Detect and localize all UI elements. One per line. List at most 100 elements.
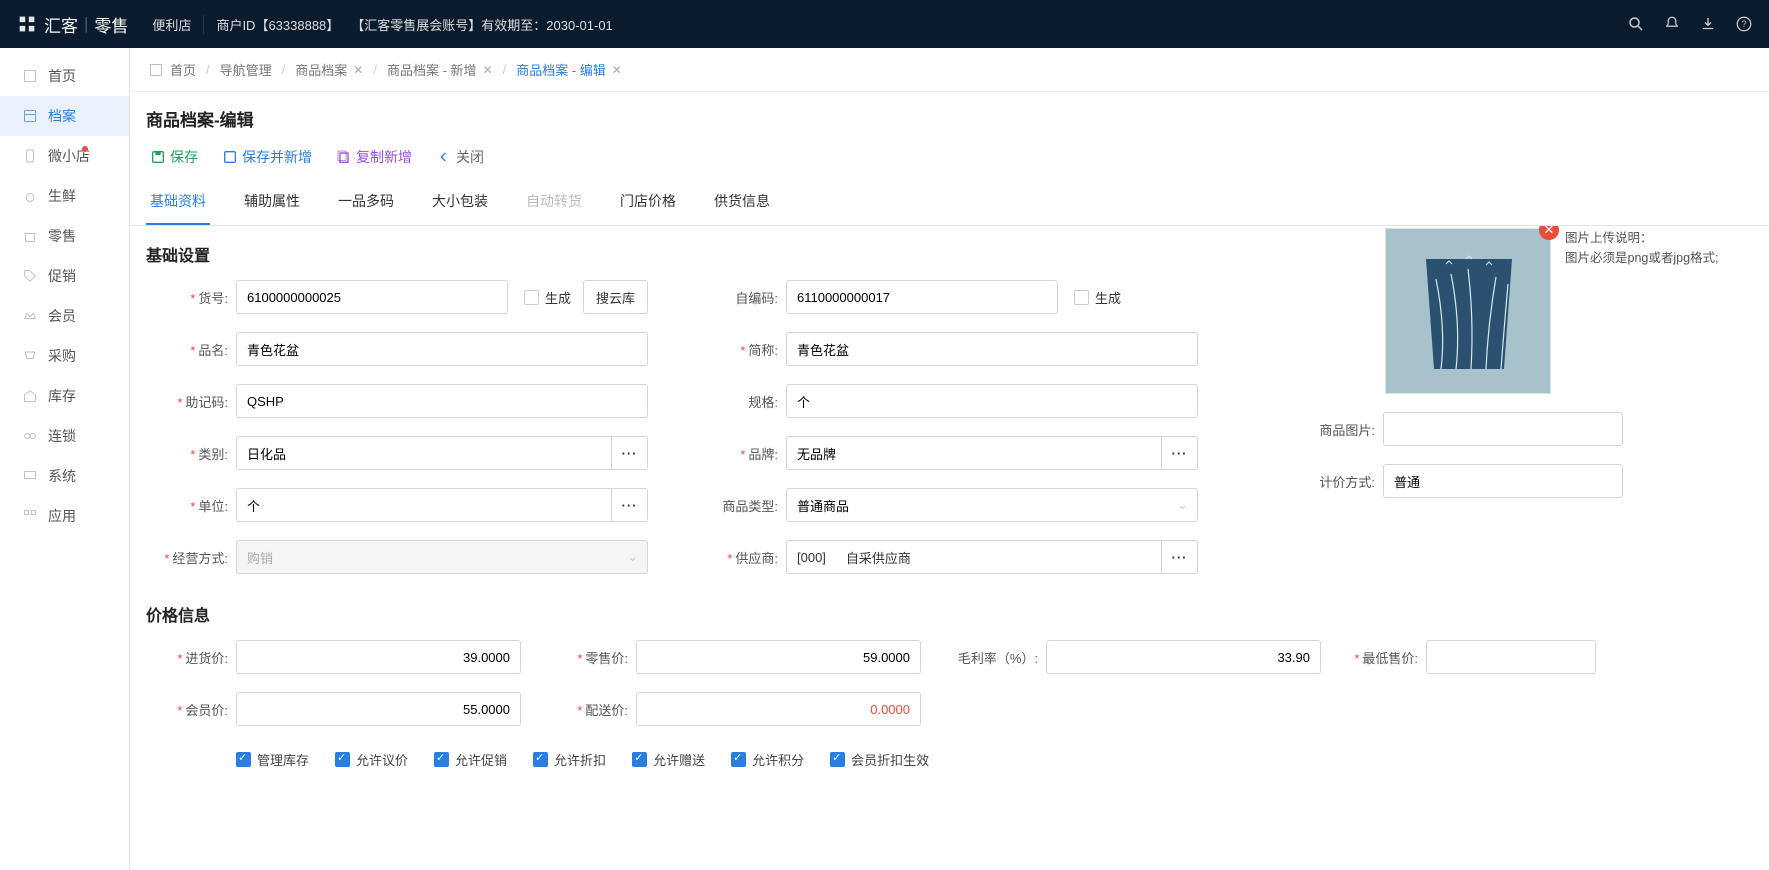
brand-sub: 零售	[94, 12, 128, 37]
check-manage-stock[interactable]: 管理库存	[236, 750, 309, 769]
sidebar-item-member[interactable]: 会员	[0, 296, 129, 336]
sidebar-label: 档案	[48, 106, 76, 126]
label-purchase: 进货价:	[146, 648, 236, 667]
sidebar-item-fresh[interactable]: 生鲜	[0, 176, 129, 216]
sidebar-item-system[interactable]: 系统	[0, 456, 129, 496]
mobile-icon	[22, 148, 38, 164]
label-item-no: 货号:	[146, 288, 236, 307]
home-crumb-icon	[148, 62, 164, 78]
brand-main: 汇客	[44, 12, 78, 37]
generate-selfcode-checkbox[interactable]	[1074, 290, 1089, 305]
sidebar-item-wxstore[interactable]: 微小店	[0, 136, 129, 176]
mnemonic-input[interactable]	[236, 384, 648, 418]
unit-lookup-button[interactable]: ···	[612, 488, 648, 522]
remove-image-button[interactable]: ✕	[1539, 226, 1559, 240]
name-input[interactable]	[236, 332, 648, 366]
check-allow-bargain[interactable]: 允许议价	[335, 750, 408, 769]
brand-lookup-button[interactable]: ···	[1162, 436, 1198, 470]
checkbox-icon	[533, 752, 548, 767]
brand-input[interactable]	[786, 436, 1162, 470]
help-icon[interactable]: ?	[1735, 15, 1753, 33]
check-allow-promo[interactable]: 允许促销	[434, 750, 507, 769]
label-mnemonic: 助记码:	[146, 392, 236, 411]
tab-store-price[interactable]: 门店价格	[616, 179, 680, 225]
search-icon[interactable]	[1627, 15, 1645, 33]
crumb-nav-manage[interactable]: 导航管理	[220, 60, 272, 79]
cart-icon	[22, 348, 38, 364]
close-icon[interactable]: ✕	[612, 63, 622, 77]
member-price-input[interactable]	[236, 692, 521, 726]
crumb-item-archive-edit[interactable]: 商品档案 - 编辑✕	[516, 60, 622, 79]
sidebar-item-purchase[interactable]: 采购	[0, 336, 129, 376]
tag-icon	[22, 268, 38, 284]
supplier-code: [000]	[797, 550, 826, 565]
label-member: 会员价:	[146, 700, 236, 719]
label-short: 简称:	[696, 340, 786, 359]
crumb-item-archive[interactable]: 商品档案✕	[295, 60, 363, 79]
page-title: 商品档案-编辑	[130, 92, 1769, 141]
image-path-input[interactable]	[1383, 412, 1623, 446]
copy-add-button[interactable]: 复制新增	[336, 147, 412, 167]
price-mode-select[interactable]	[1383, 464, 1623, 498]
tab-aux-props[interactable]: 辅助属性	[240, 179, 304, 225]
sidebar-item-app[interactable]: 应用	[0, 496, 129, 536]
spec-input[interactable]	[786, 384, 1198, 418]
save-icon	[150, 149, 166, 165]
crumb-item-archive-add[interactable]: 商品档案 - 新增✕	[387, 60, 493, 79]
apple-icon	[22, 188, 38, 204]
gross-rate-input[interactable]	[1046, 640, 1321, 674]
supplier-input[interactable]: [000] 自采供应商	[786, 540, 1162, 574]
check-member-discount[interactable]: 会员折扣生效	[830, 750, 929, 769]
sidebar-item-chain[interactable]: 连锁	[0, 416, 129, 456]
label-price-mode: 计价方式:	[1313, 472, 1383, 491]
tab-basic-info[interactable]: 基础资料	[146, 179, 210, 225]
retail-price-input[interactable]	[636, 640, 921, 674]
save-and-add-button[interactable]: 保存并新增	[222, 147, 312, 167]
label-unit: 单位:	[146, 496, 236, 515]
short-input[interactable]	[786, 332, 1198, 366]
supplier-lookup-button[interactable]: ···	[1162, 540, 1198, 574]
close-icon[interactable]: ✕	[353, 63, 363, 77]
sidebar-item-home[interactable]: 首页	[0, 56, 129, 96]
save-button[interactable]: 保存	[150, 147, 198, 167]
lowest-price-input[interactable]	[1426, 640, 1596, 674]
brand-icon	[16, 13, 38, 35]
generate-itemno-checkbox[interactable]	[524, 290, 539, 305]
breadcrumb: 首页 / 导航管理 / 商品档案✕ / 商品档案 - 新增✕ / 商品档案 - …	[130, 48, 1769, 92]
delivery-price-input[interactable]	[636, 692, 921, 726]
cloud-search-button[interactable]: 搜云库	[583, 280, 648, 314]
image-upload-area: ✕ 图片上传说明： 图片必须是png或者jpg格式;	[1385, 228, 1719, 394]
right-column: 商品图片: 计价方式:	[1313, 412, 1633, 516]
product-image-preview[interactable]	[1385, 228, 1551, 394]
sidebar-label: 会员	[48, 306, 76, 326]
sidebar-item-retail[interactable]: 零售	[0, 216, 129, 256]
brand-logo[interactable]: 汇客 | 零售	[16, 12, 128, 37]
tab-multi-barcode[interactable]: 一品多码	[334, 179, 398, 225]
sidebar-item-archive[interactable]: 档案	[0, 96, 129, 136]
tab-packaging[interactable]: 大小包装	[428, 179, 492, 225]
category-input[interactable]	[236, 436, 612, 470]
purchase-price-input[interactable]	[236, 640, 521, 674]
download-icon[interactable]	[1699, 15, 1717, 33]
unit-input[interactable]	[236, 488, 612, 522]
manage-mode-select	[236, 540, 648, 574]
check-allow-points[interactable]: 允许积分	[731, 750, 804, 769]
close-button[interactable]: 关闭	[436, 147, 484, 167]
item-no-input[interactable]	[236, 280, 508, 314]
item-type-select[interactable]	[786, 488, 1198, 522]
bell-icon[interactable]	[1663, 15, 1681, 33]
store-type-badge[interactable]: 便利店	[152, 15, 204, 34]
sidebar-item-inventory[interactable]: 库存	[0, 376, 129, 416]
crumb-home[interactable]: 首页	[170, 60, 196, 79]
check-allow-discount[interactable]: 允许折扣	[533, 750, 606, 769]
link-icon	[22, 428, 38, 444]
category-lookup-button[interactable]: ···	[612, 436, 648, 470]
check-allow-gift[interactable]: 允许赠送	[632, 750, 705, 769]
tab-supply-info[interactable]: 供货信息	[710, 179, 774, 225]
label-self-code: 自编码:	[696, 288, 786, 307]
save-add-icon	[222, 149, 238, 165]
self-code-input[interactable]	[786, 280, 1058, 314]
close-icon[interactable]: ✕	[483, 63, 493, 77]
sidebar-item-promo[interactable]: 促销	[0, 256, 129, 296]
tab-bar: 基础资料 辅助属性 一品多码 大小包装 自动转货 门店价格 供货信息	[130, 179, 1769, 226]
